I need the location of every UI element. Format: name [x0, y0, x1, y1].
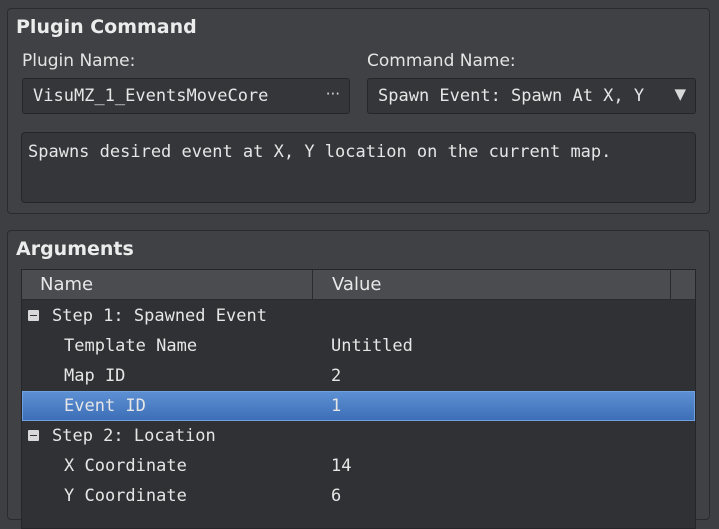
- row-name: Template Name: [64, 336, 198, 356]
- tree-group-row[interactable]: Step 1: Spawned Event: [22, 301, 695, 331]
- row-name: Map ID: [64, 366, 126, 386]
- row-name: Step 2: Location: [52, 426, 216, 446]
- command-name-dropdown[interactable]: Spawn Event: Spawn At X, Y ▼: [367, 78, 696, 114]
- row-name: Step 1: Spawned Event: [52, 306, 267, 326]
- row-value: 2: [331, 366, 342, 386]
- row-value: 6: [331, 486, 342, 506]
- tree-row[interactable]: X Coordinate 14: [22, 451, 695, 481]
- tree-header: Name Value: [22, 270, 695, 300]
- plugin-command-group: Plugin Command Plugin Name: VisuMZ_1_Eve…: [7, 8, 710, 214]
- row-value: Untitled: [331, 336, 413, 356]
- row-name: Event ID: [64, 396, 146, 416]
- arguments-tree[interactable]: Name Value Step 1: Spawned Event Templat…: [21, 269, 696, 529]
- column-header-name[interactable]: Name: [40, 270, 93, 300]
- row-name: X Coordinate: [64, 456, 187, 476]
- plugin-name-value: VisuMZ_1_EventsMoveCore: [33, 86, 269, 106]
- tree-row[interactable]: Y Coordinate 6: [22, 481, 695, 511]
- column-divider[interactable]: [312, 270, 313, 300]
- row-value: 14: [331, 456, 352, 476]
- command-name-value: Spawn Event: Spawn At X, Y: [378, 86, 645, 106]
- column-divider[interactable]: [670, 270, 671, 300]
- column-header-value[interactable]: Value: [332, 270, 381, 300]
- arguments-group: Arguments Name Value Step 1: Spawned Eve…: [7, 230, 710, 529]
- plugin-name-field[interactable]: VisuMZ_1_EventsMoveCore ···: [22, 78, 350, 114]
- plugin-name-browse-button[interactable]: ···: [326, 85, 340, 103]
- tree-row[interactable]: Map ID 2: [22, 361, 695, 391]
- tree-row[interactable]: Template Name Untitled: [22, 331, 695, 361]
- command-name-label: Command Name:: [367, 51, 516, 71]
- row-name: Y Coordinate: [64, 486, 187, 506]
- arguments-title: Arguments: [16, 238, 134, 260]
- collapse-icon[interactable]: [28, 430, 39, 441]
- plugin-command-title: Plugin Command: [16, 16, 197, 38]
- plugin-name-label: Plugin Name:: [22, 51, 136, 71]
- row-value: 1: [331, 396, 342, 416]
- collapse-icon[interactable]: [28, 310, 39, 321]
- tree-group-row[interactable]: Step 2: Location: [22, 421, 695, 451]
- chevron-down-icon[interactable]: ▼: [668, 85, 686, 103]
- command-description: Spawns desired event at X, Y location on…: [21, 132, 696, 203]
- tree-row-selected[interactable]: Event ID 1: [22, 391, 695, 421]
